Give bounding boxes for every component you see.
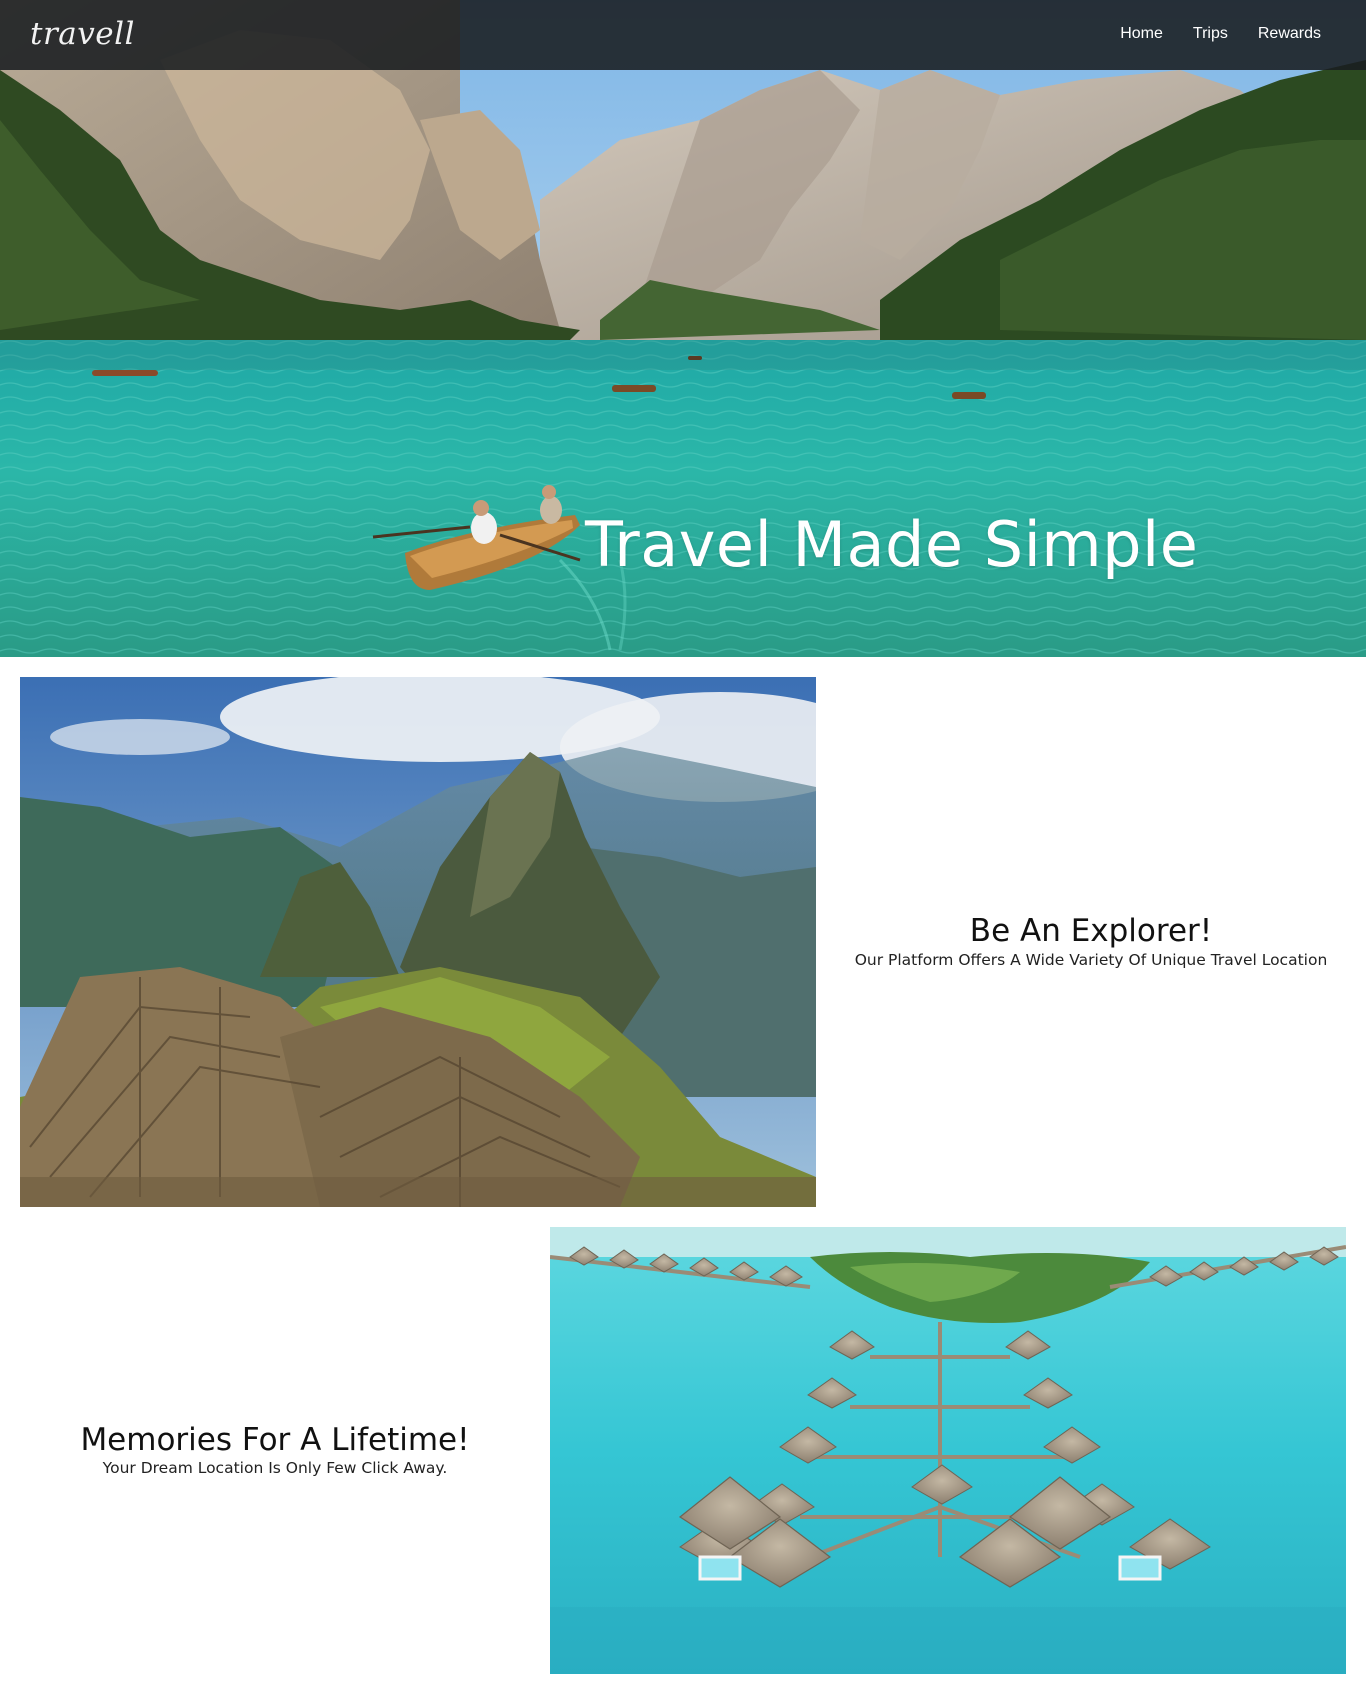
machu-picchu-image (20, 677, 816, 1207)
overwater-bungalows-image (550, 1227, 1346, 1674)
top-navbar: travell Home Trips Rewards (0, 0, 1366, 70)
memories-text-block: Memories For A Lifetime! Your Dream Loca… (0, 1227, 550, 1674)
feature-explorer: Be An Explorer! Our Platform Offers A Wi… (0, 677, 1366, 1207)
nav-link-home[interactable]: Home (1120, 25, 1163, 43)
explorer-text-block: Be An Explorer! Our Platform Offers A Wi… (816, 677, 1366, 1207)
nav-link-trips[interactable]: Trips (1193, 25, 1228, 43)
feature-subtitle: Your Dream Location Is Only Few Click Aw… (102, 1459, 448, 1478)
feature-heading: Be An Explorer! (969, 913, 1213, 950)
brand-logo[interactable]: travell (30, 16, 135, 52)
feature-heading: Memories For A Lifetime! (80, 1421, 470, 1458)
hero-section: travell Home Trips Rewards Travel Made S… (0, 0, 1366, 657)
hero-title: Travel Made Simple (585, 507, 1199, 581)
nav-links: Home Trips Rewards (1120, 25, 1321, 43)
nav-link-rewards[interactable]: Rewards (1258, 25, 1321, 43)
feature-memories: Memories For A Lifetime! Your Dream Loca… (0, 1227, 1366, 1674)
feature-subtitle: Our Platform Offers A Wide Variety Of Un… (854, 950, 1328, 969)
